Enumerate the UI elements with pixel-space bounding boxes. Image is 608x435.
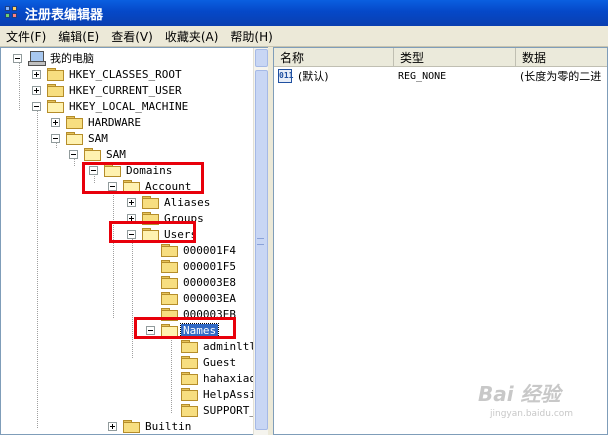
list-header: 名称 类型 数据 [274, 48, 607, 67]
folder-icon [161, 244, 178, 257]
folder-icon [66, 116, 83, 129]
expand-icon[interactable] [32, 69, 41, 79]
tree-node[interactable]: 000003EA [161, 290, 238, 306]
watermark: Bai 经验 jingyan.baidu.com [478, 382, 574, 419]
tree-node[interactable]: Builtin [108, 418, 193, 434]
folder-open-icon [84, 148, 101, 161]
computer-icon [28, 51, 46, 66]
column-type[interactable]: 类型 [394, 48, 516, 67]
scroll-up-button[interactable] [255, 49, 268, 67]
collapse-icon[interactable] [51, 133, 60, 143]
menu-view[interactable]: 查看(V) [105, 28, 159, 45]
folder-icon [161, 292, 178, 305]
highlight-box-names [134, 317, 236, 339]
folder-icon [123, 420, 140, 433]
expand-icon[interactable] [51, 117, 60, 127]
tree-root[interactable]: 我的电脑 [13, 50, 96, 66]
binary-value-icon: 011 [278, 69, 293, 83]
tree-node[interactable]: HKEY_LOCAL_MACHINE [32, 98, 190, 114]
folder-icon [47, 68, 64, 81]
tree-node[interactable]: HKEY_CLASSES_ROOT [32, 66, 184, 82]
menu-help[interactable]: 帮助(H) [224, 28, 278, 45]
tree-node[interactable]: 000001F4 [161, 242, 238, 258]
tree-scrollbar[interactable] [253, 48, 268, 435]
value-name: (默认) [298, 70, 329, 83]
folder-icon [161, 260, 178, 273]
tree-node[interactable]: Guest [181, 354, 238, 370]
tree-node[interactable]: SAM [51, 130, 110, 146]
folder-icon [181, 372, 198, 385]
title-bar: 注册表编辑器 [0, 0, 608, 26]
folder-icon [142, 196, 159, 209]
value-list[interactable]: 名称 类型 数据 011 (默认) REG_NONE (长度为零的二进 [273, 47, 608, 435]
column-name[interactable]: 名称 [274, 48, 394, 67]
value-type: REG_NONE [398, 70, 447, 82]
folder-icon [181, 356, 198, 369]
tree-node[interactable]: 000003E8 [161, 274, 238, 290]
folder-icon [181, 388, 198, 401]
folder-icon [161, 276, 178, 289]
scroll-thumb[interactable] [255, 70, 268, 430]
value-data: (长度为零的二进 [520, 70, 602, 83]
tree-node[interactable]: 000001F5 [161, 258, 238, 274]
tree-node[interactable]: Aliases [127, 194, 212, 210]
expand-icon[interactable] [32, 85, 41, 95]
menu-bar: 文件(F) 编辑(E) 查看(V) 收藏夹(A) 帮助(H) [0, 26, 608, 47]
folder-icon [47, 84, 64, 97]
highlight-box-users [109, 221, 196, 243]
expand-icon[interactable] [108, 421, 117, 431]
tree-node[interactable]: HARDWARE [51, 114, 143, 130]
tree-node[interactable]: SAM [69, 146, 128, 162]
folder-open-icon [66, 132, 83, 145]
folder-icon [181, 404, 198, 417]
window-title: 注册表编辑器 [25, 7, 104, 23]
list-row[interactable]: 011 (默认) REG_NONE (长度为零的二进 [278, 68, 601, 84]
collapse-icon[interactable] [13, 53, 22, 63]
column-data[interactable]: 数据 [516, 48, 607, 67]
regedit-icon [4, 5, 20, 21]
collapse-icon[interactable] [69, 149, 78, 159]
scroll-grip-icon [257, 238, 264, 245]
folder-open-icon [47, 100, 64, 113]
highlight-box-domains [82, 162, 204, 194]
expand-icon[interactable] [127, 197, 136, 207]
menu-file[interactable]: 文件(F) [0, 28, 52, 45]
tree-node[interactable]: HKEY_CURRENT_USER [32, 82, 184, 98]
tree-node[interactable]: adminltl [181, 338, 258, 354]
menu-favorites[interactable]: 收藏夹(A) [159, 28, 225, 45]
menu-edit[interactable]: 编辑(E) [52, 28, 105, 45]
folder-icon [181, 340, 198, 353]
collapse-icon[interactable] [32, 101, 41, 111]
